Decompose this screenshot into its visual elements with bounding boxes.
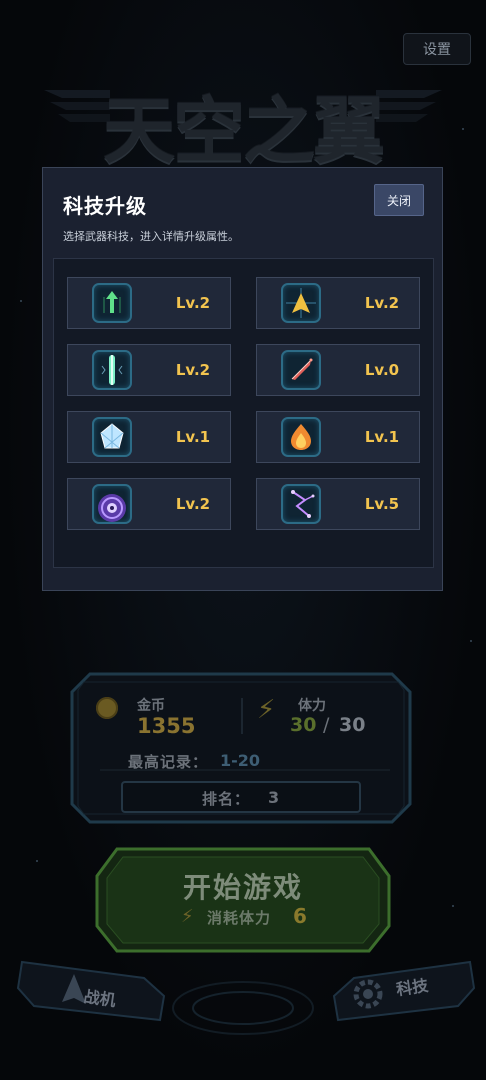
tech-level: Lv.2 (175, 361, 211, 379)
tech-level: Lv.2 (175, 294, 211, 312)
record-label: 最高记录： (128, 753, 209, 771)
shield-wave-icon (92, 484, 132, 524)
stamina-current: 30 (290, 714, 317, 736)
settings-button[interactable]: 设置 (403, 33, 471, 65)
stamina-cost-value: 6 (293, 904, 307, 928)
lightning-chain-icon (281, 484, 321, 524)
tech-level: Lv.1 (175, 428, 211, 446)
close-button[interactable]: 关闭 (374, 184, 424, 216)
tech-card-ice-crystal[interactable]: Lv.1 (67, 411, 231, 463)
tech-level: Lv.1 (364, 428, 400, 446)
rank-label: 排名： (202, 790, 251, 808)
lightning-icon: ⚡ (257, 695, 276, 725)
tech-card-green-arrow[interactable]: Lv.2 (67, 277, 231, 329)
modal-title: 科技升级 (63, 194, 147, 218)
fighter-nav-label: 战机 (82, 986, 117, 1011)
star (470, 640, 472, 642)
modal-subtitle: 选择武器科技，进入详情升级属性。 (63, 230, 239, 243)
tech-grid: Lv.2 Lv.2 Lv.2 Lv.0 Lv.1 Lv.1 Lv.2 Lv.5 (53, 258, 434, 568)
tech-card-lightning-chain[interactable]: Lv.5 (256, 478, 420, 530)
tech-level: Lv.2 (364, 294, 400, 312)
tech-upgrade-modal: 科技升级 选择武器科技，进入详情升级属性。 关闭 Lv.2 Lv.2 Lv.2 (42, 167, 443, 591)
rank-value: 3 (268, 788, 280, 807)
laser-beam-icon (92, 350, 132, 390)
tech-card-sword[interactable]: Lv.0 (256, 344, 420, 396)
coin-value: 1355 (137, 714, 196, 738)
start-game-button[interactable]: 开始游戏 ⚡ 消耗体力 6 (95, 846, 391, 954)
star (452, 905, 454, 907)
fireball-icon (281, 417, 321, 457)
stamina-separator: / (323, 714, 330, 736)
golden-jet-icon (281, 283, 321, 323)
stamina-label: 体力 (298, 698, 326, 714)
ice-crystal-icon (92, 417, 132, 457)
star (36, 860, 38, 862)
lightning-icon: ⚡ (181, 906, 194, 927)
coin-label: 金币 (137, 698, 165, 714)
game-title: 天空之翼 (102, 89, 385, 173)
center-ring-decoration (172, 981, 314, 1035)
tech-card-laser-beam[interactable]: Lv.2 (67, 344, 231, 396)
coin-icon (96, 697, 118, 719)
tech-level: Lv.0 (364, 361, 400, 379)
tech-level: Lv.2 (175, 495, 211, 513)
stamina-cost-label: 消耗体力 (207, 909, 272, 927)
tech-card-fireball[interactable]: Lv.1 (256, 411, 420, 463)
stamina-max: 30 (339, 714, 366, 736)
green-arrow-icon (92, 283, 132, 323)
tech-level: Lv.5 (364, 495, 400, 513)
sword-icon (281, 350, 321, 390)
start-game-label: 开始游戏 (182, 871, 303, 904)
tech-nav-label: 科技 (395, 975, 430, 1000)
tech-card-shield-wave[interactable]: Lv.2 (67, 478, 231, 530)
tech-card-golden-jet[interactable]: Lv.2 (256, 277, 420, 329)
record-value: 1-20 (220, 751, 261, 770)
star (20, 300, 22, 302)
